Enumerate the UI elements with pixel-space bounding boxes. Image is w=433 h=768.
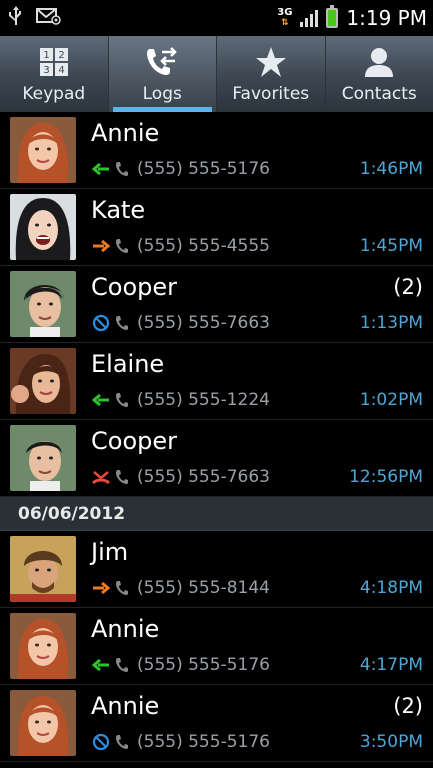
missed-call-icon [91,469,111,485]
call-time: 3:50PM [359,732,423,752]
call-count: (2) [393,694,423,718]
call-log-row[interactable]: Cooper (555) 555-7663 12:56PM [0,420,433,497]
phone-icon [115,469,131,485]
svg-text:4: 4 [58,65,64,76]
contact-name: Annie [91,615,160,643]
phone-icon [115,392,131,408]
phone-icon [115,734,131,750]
call-log-row[interactable]: Jim (555) 555-8144 4:18PM [0,531,433,608]
network-3g-icon: 3G ⇅ [277,7,293,29]
status-time: 1:19 PM [346,6,427,30]
status-bar: 3G ⇅ 1:19 PM [0,0,433,36]
tab-favorites[interactable]: Favorites [217,36,326,112]
phone-number: (555) 555-1224 [137,390,270,410]
call-time: 4:18PM [359,578,423,598]
rejected-call-icon [91,733,111,751]
voicemail-notification-icon [36,7,62,29]
tab-label: Favorites [232,84,310,104]
contact-name: Kate [91,196,146,224]
contact-name: Cooper [91,273,177,301]
incoming-call-icon [91,161,111,177]
avatar[interactable] [10,194,76,260]
tab-label: Keypad [22,84,86,104]
phone-icon [115,315,131,331]
tab-bar: 1 2 3 4 Keypad Logs Favorites Contacts [0,36,433,112]
call-log-row[interactable]: Kate (555) 555-4555 1:45PM [0,189,433,266]
svg-text:2: 2 [58,50,64,61]
call-count: (2) [393,275,423,299]
svg-text:3: 3 [43,65,49,76]
signal-strength-icon [300,9,319,27]
star-icon [255,44,287,80]
tab-keypad[interactable]: 1 2 3 4 Keypad [0,36,109,112]
call-time: 4:17PM [359,655,423,675]
tab-contacts[interactable]: Contacts [326,36,433,112]
outgoing-call-icon [91,580,111,596]
call-log-row[interactable]: Annie (555) 555-5176 1:46PM [0,112,433,189]
phone-icon [115,580,131,596]
phone-number: (555) 555-7663 [137,313,270,333]
battery-icon [326,5,339,28]
phone-number: (555) 555-4555 [137,236,270,256]
contact-name: Elaine [91,350,165,378]
call-time: 12:56PM [349,467,423,487]
contact-name: Annie [91,692,160,720]
tab-label: Contacts [341,84,417,104]
call-time: 1:13PM [359,313,423,333]
call-log-list: Annie (555) 555-5176 1:46PM Kate (555) 5… [0,112,433,762]
avatar[interactable] [10,425,76,491]
phone-icon [115,238,131,254]
phone-number: (555) 555-8144 [137,578,270,598]
incoming-call-icon [91,392,111,408]
call-log-row[interactable]: Cooper (2) (555) 555-7663 1:13PM [0,266,433,343]
phone-number: (555) 555-5176 [137,732,270,752]
avatar[interactable] [10,117,76,183]
incoming-call-icon [91,657,111,673]
call-log-row[interactable]: Annie (2) (555) 555-5176 3:50PM [0,685,433,762]
phone-icon [115,161,131,177]
phone-icon [115,657,131,673]
phone-number: (555) 555-5176 [137,159,270,179]
avatar[interactable] [10,690,76,756]
contact-name: Cooper [91,427,177,455]
usb-icon [8,5,24,31]
call-logs-icon [145,44,179,80]
date-section-header: 06/06/2012 [0,497,433,531]
person-icon [363,44,395,80]
call-time: 1:45PM [359,236,423,256]
phone-number: (555) 555-5176 [137,655,270,675]
svg-text:1: 1 [43,50,49,61]
keypad-icon: 1 2 3 4 [39,44,69,80]
outgoing-call-icon [91,238,111,254]
contact-name: Jim [91,538,129,566]
avatar[interactable] [10,348,76,414]
tab-logs[interactable]: Logs [108,36,217,112]
tab-label: Logs [142,84,182,104]
call-time: 1:02PM [359,390,423,410]
phone-number: (555) 555-7663 [137,467,270,487]
avatar[interactable] [10,271,76,337]
rejected-call-icon [91,314,111,332]
contact-name: Annie [91,119,160,147]
call-log-row[interactable]: Annie (555) 555-5176 4:17PM [0,608,433,685]
avatar[interactable] [10,613,76,679]
call-time: 1:46PM [359,159,423,179]
avatar[interactable] [10,536,76,602]
call-log-row[interactable]: Elaine (555) 555-1224 1:02PM [0,343,433,420]
